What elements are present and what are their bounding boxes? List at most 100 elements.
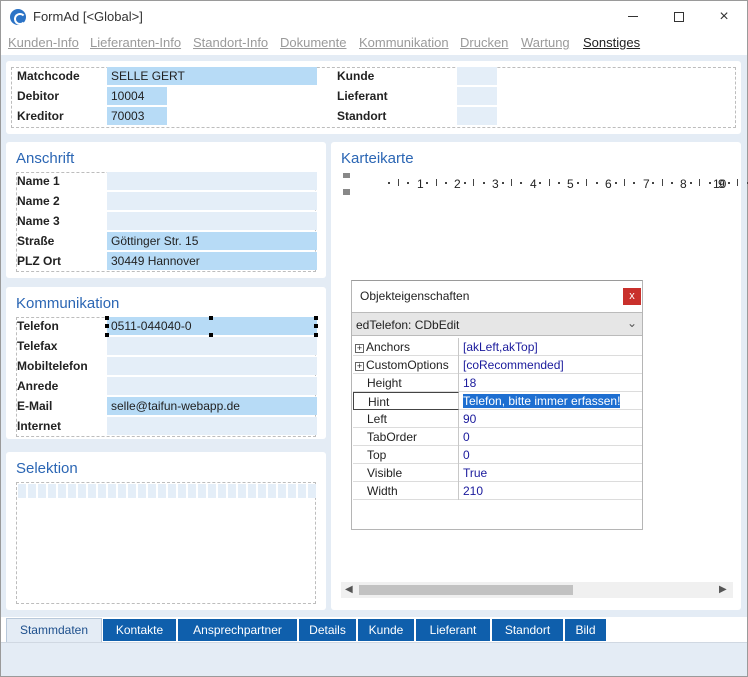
- kommunikation-title: Kommunikation: [16, 295, 120, 312]
- maximize-button[interactable]: [656, 1, 702, 32]
- menu-sonstiges[interactable]: Sonstiges: [583, 35, 640, 50]
- menu-label: Dokumente: [280, 35, 347, 50]
- ruler-indent-marker[interactable]: [343, 173, 350, 195]
- inspector-close-button[interactable]: x: [623, 288, 641, 305]
- property-row-taborder[interactable]: TabOrder 0: [353, 428, 642, 446]
- mobiltelefon-field[interactable]: [107, 357, 317, 375]
- selection-handle[interactable]: [314, 316, 318, 320]
- ruler-tick: [737, 179, 738, 186]
- selection-handle[interactable]: [105, 316, 109, 320]
- strasse-field[interactable]: Göttinger Str. 15: [107, 232, 317, 250]
- chevron-down-icon: ⌄: [626, 316, 637, 330]
- tab-ansprechpartner[interactable]: Ansprechpartner: [178, 619, 297, 641]
- menu-standort-info[interactable]: Standort-Info: [193, 35, 268, 50]
- menu-lieferanten-info[interactable]: Lieferanten-Info: [90, 35, 181, 50]
- ruler-tick: [549, 179, 550, 186]
- tab-stammdaten[interactable]: Stammdaten: [6, 618, 102, 642]
- plz-ort-label: PLZ Ort: [17, 254, 61, 268]
- plz-ort-field[interactable]: 30449 Hannover: [107, 252, 317, 270]
- ruler-dot: [615, 182, 617, 184]
- menu-label: Standort-Info: [193, 35, 269, 50]
- property-row-width[interactable]: Width 210: [353, 482, 642, 500]
- scroll-thumb[interactable]: [359, 585, 573, 595]
- scroll-right-icon[interactable]: ▶: [719, 584, 727, 595]
- internet-field[interactable]: [107, 417, 317, 435]
- scroll-left-icon[interactable]: ◀: [345, 584, 353, 595]
- property-row-top[interactable]: Top 0: [353, 446, 642, 464]
- matchcode-label: Matchcode: [17, 69, 80, 83]
- standort-field[interactable]: [457, 107, 497, 125]
- karteikarte-scrollbar[interactable]: ◀ ▶: [341, 582, 733, 598]
- selektion-checkbox-strip[interactable]: [18, 484, 316, 498]
- tab-bild[interactable]: Bild: [565, 619, 606, 641]
- debitor-field[interactable]: 10004: [107, 87, 167, 105]
- property-row-visible[interactable]: Visible True: [353, 464, 642, 482]
- ruler-tick: [473, 179, 474, 186]
- property-row-customoptions[interactable]: + CustomOptions [coRecommended]: [353, 356, 642, 374]
- name2-field[interactable]: [107, 192, 317, 210]
- hint-value-selected[interactable]: Telefon, bitte immer erfassen!: [461, 393, 622, 409]
- selection-handle[interactable]: [314, 324, 318, 328]
- ruler-dot: [483, 182, 485, 184]
- object-selector[interactable]: edTelefon: CDbEdit ⌄: [352, 312, 642, 336]
- property-value[interactable]: 210: [461, 482, 642, 500]
- name3-label: Name 3: [17, 214, 60, 228]
- name3-field[interactable]: [107, 212, 317, 230]
- close-window-button[interactable]: ×: [701, 1, 747, 32]
- tab-details[interactable]: Details: [299, 619, 356, 641]
- menu-kommunikation[interactable]: Kommunikation: [359, 35, 449, 50]
- matchcode-field[interactable]: SELLE GERT: [107, 67, 317, 85]
- menu-kunden-info[interactable]: Kunden-Info: [8, 35, 79, 50]
- window-title: FormAd [<Global>]: [33, 9, 143, 24]
- property-value[interactable]: 0: [461, 428, 642, 446]
- telefax-field[interactable]: [107, 337, 317, 355]
- ruler-number: 2: [454, 177, 461, 191]
- menu-label: Wartung: [521, 35, 570, 50]
- property-name: Hint: [353, 392, 459, 410]
- name1-field[interactable]: [107, 172, 317, 190]
- lieferant-field[interactable]: [457, 87, 497, 105]
- anrede-field[interactable]: [107, 377, 317, 395]
- property-value[interactable]: 90: [461, 410, 642, 428]
- email-field[interactable]: selle@taifun-webapp.de: [107, 397, 317, 415]
- ruler-dot: [728, 182, 730, 184]
- menu-drucken[interactable]: Drucken: [460, 35, 508, 50]
- property-value[interactable]: [coRecommended]: [461, 356, 642, 374]
- property-grid: + Anchors [akLeft,akTop] + CustomOptions […: [353, 338, 642, 500]
- ruler-dot: [539, 182, 541, 184]
- expand-icon[interactable]: +: [355, 362, 364, 371]
- email-label: E-Mail: [17, 399, 53, 413]
- property-value[interactable]: 0: [461, 446, 642, 464]
- property-value[interactable]: [akLeft,akTop]: [461, 338, 642, 356]
- menu-dokumente[interactable]: Dokumente: [280, 35, 346, 50]
- minimize-button[interactable]: [610, 1, 656, 32]
- kreditor-field[interactable]: 70003: [107, 107, 167, 125]
- ruler-number: 4: [530, 177, 537, 191]
- property-value[interactable]: 18: [461, 374, 642, 392]
- tab-kunde[interactable]: Kunde: [358, 619, 414, 641]
- app-logo-icon: [10, 9, 26, 25]
- tab-kontakte[interactable]: Kontakte: [103, 619, 176, 641]
- property-row-anchors[interactable]: + Anchors [akLeft,akTop]: [353, 338, 642, 356]
- ruler-dot: [388, 182, 390, 184]
- object-selector-value: edTelefon: CDbEdit: [356, 318, 460, 332]
- main-window: FormAd [<Global>] × Kunden-Info Lieferan…: [0, 0, 748, 677]
- tab-standort[interactable]: Standort: [492, 619, 563, 641]
- ruler-dot: [709, 182, 711, 184]
- expand-icon[interactable]: +: [355, 344, 364, 353]
- ruler-dot: [577, 182, 579, 184]
- property-name: TabOrder: [353, 428, 459, 446]
- selection-handle[interactable]: [105, 324, 109, 328]
- ruler-number: 5: [567, 177, 574, 191]
- kunde-field[interactable]: [457, 67, 497, 85]
- property-name: Width: [353, 482, 459, 500]
- property-row-hint[interactable]: Hint Telefon, bitte immer erfassen!: [353, 392, 642, 410]
- property-value-editor[interactable]: Telefon, bitte immer erfassen!: [461, 392, 642, 410]
- tab-lieferant[interactable]: Lieferant: [416, 619, 490, 641]
- property-row-left[interactable]: Left 90: [353, 410, 642, 428]
- selection-handle[interactable]: [209, 316, 213, 320]
- property-row-height[interactable]: Height 18: [353, 374, 642, 392]
- menu-wartung[interactable]: Wartung: [521, 35, 570, 50]
- karteikarte-title: Karteikarte: [341, 150, 414, 167]
- property-value[interactable]: True: [461, 464, 642, 482]
